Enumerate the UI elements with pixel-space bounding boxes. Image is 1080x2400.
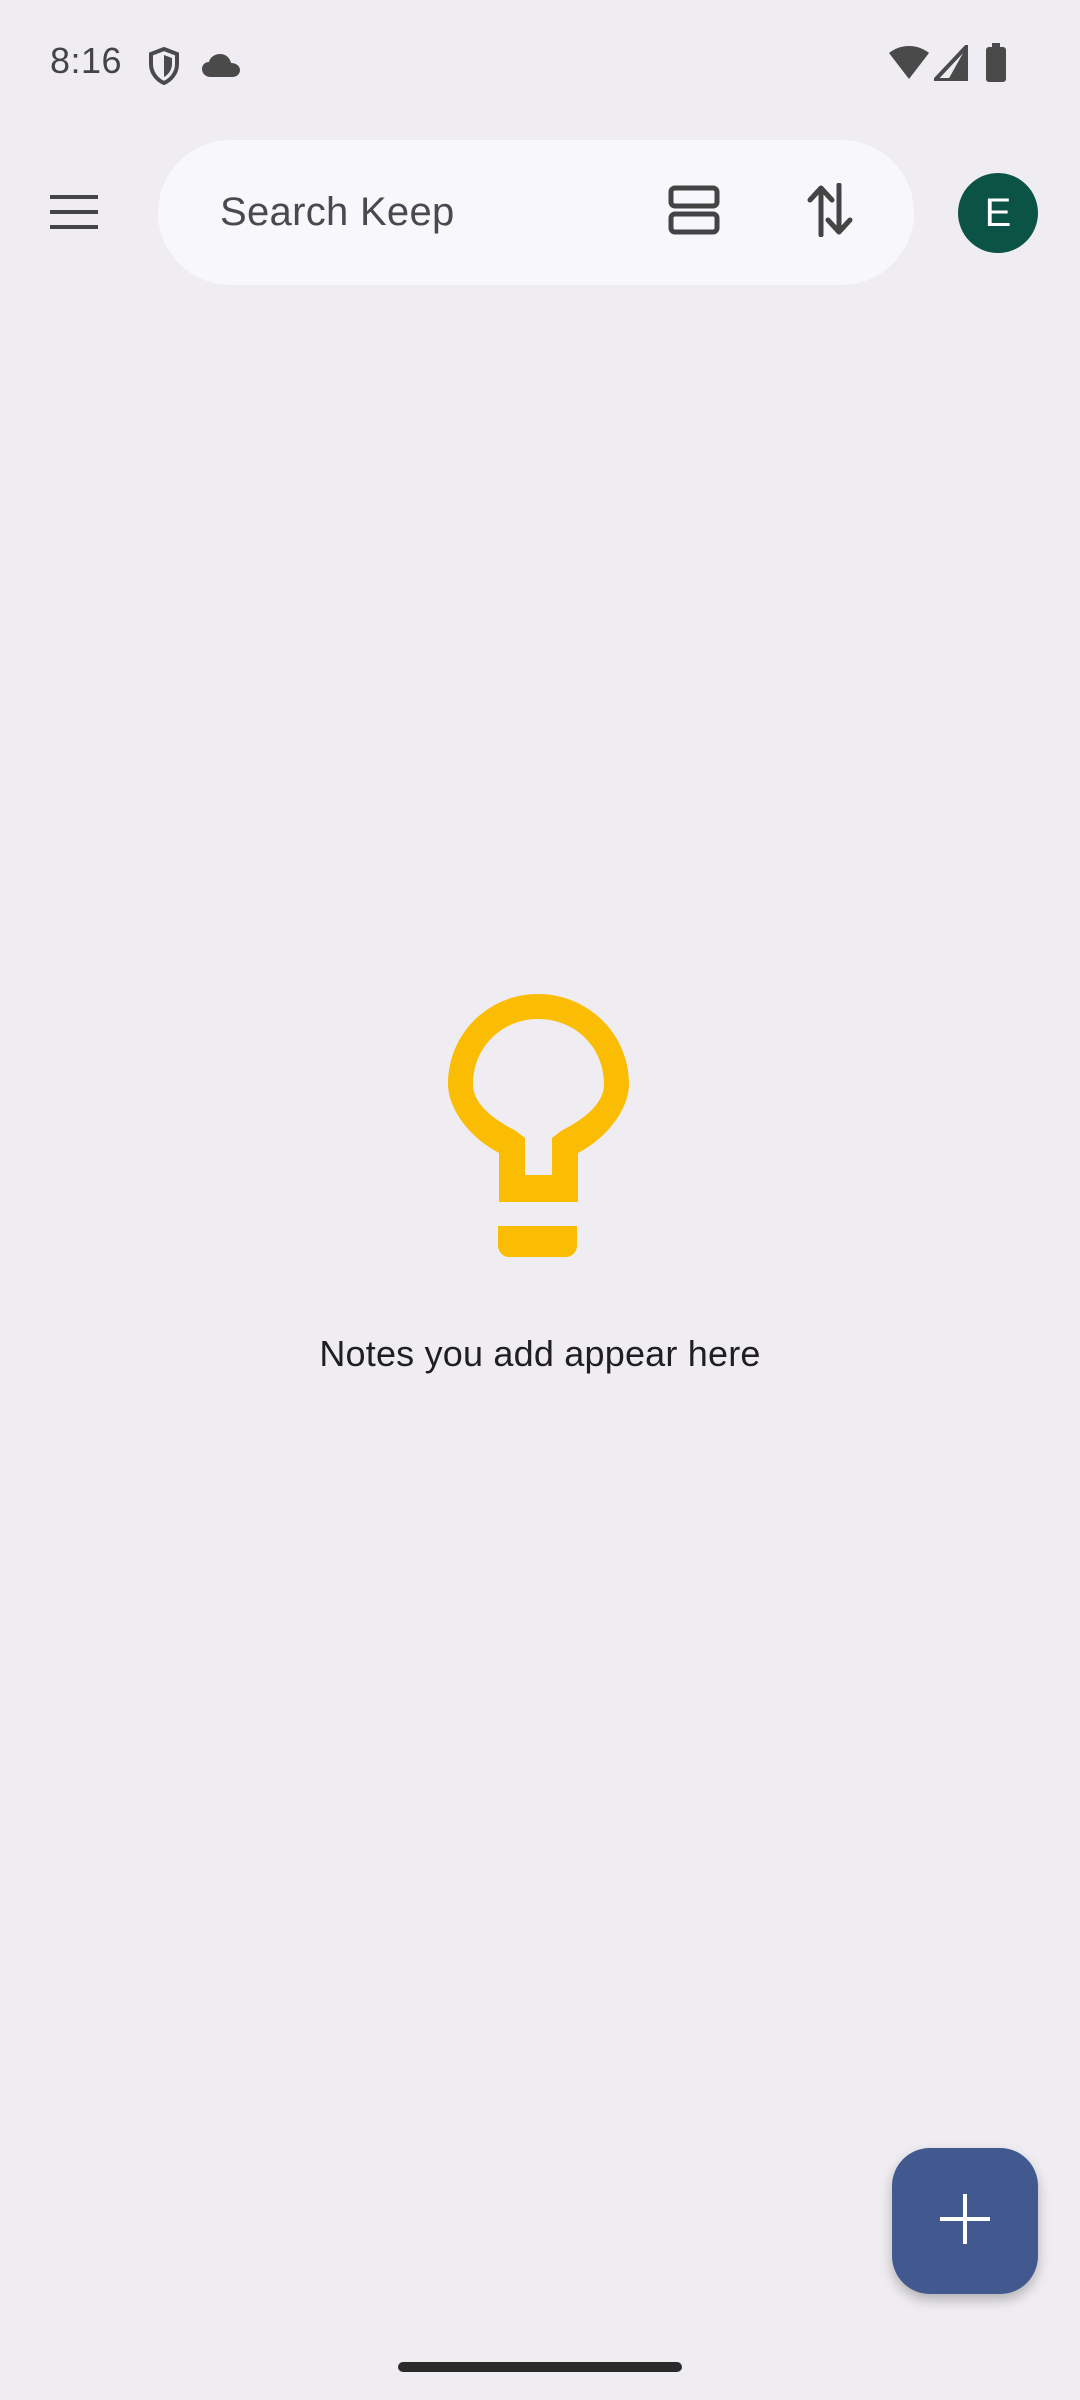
shield-icon	[146, 46, 182, 86]
search-input[interactable]: Search Keep	[220, 190, 455, 235]
menu-icon	[50, 194, 98, 234]
list-view-icon	[668, 185, 720, 240]
add-note-button[interactable]	[892, 2148, 1038, 2294]
gesture-navigation-handle[interactable]	[398, 2362, 682, 2372]
sort-button[interactable]	[788, 170, 872, 254]
list-view-toggle-button[interactable]	[652, 170, 736, 254]
empty-state-message: Notes you add appear here	[319, 1333, 761, 1374]
empty-state: Notes you add appear here	[0, 990, 1080, 1375]
add-icon	[938, 2192, 992, 2251]
sort-icon	[807, 182, 853, 242]
lightbulb-icon	[445, 990, 635, 1265]
status-bar: 8:16	[0, 0, 1080, 130]
cell-signal-icon	[934, 44, 968, 82]
cloud-icon	[200, 52, 242, 80]
search-bar[interactable]: Search Keep	[158, 140, 914, 285]
wifi-icon	[888, 44, 930, 82]
account-avatar[interactable]: E	[958, 173, 1038, 253]
menu-button[interactable]	[32, 172, 116, 256]
status-time: 8:16	[50, 40, 123, 81]
battery-icon	[984, 42, 1008, 84]
avatar-initial: E	[984, 190, 1012, 235]
